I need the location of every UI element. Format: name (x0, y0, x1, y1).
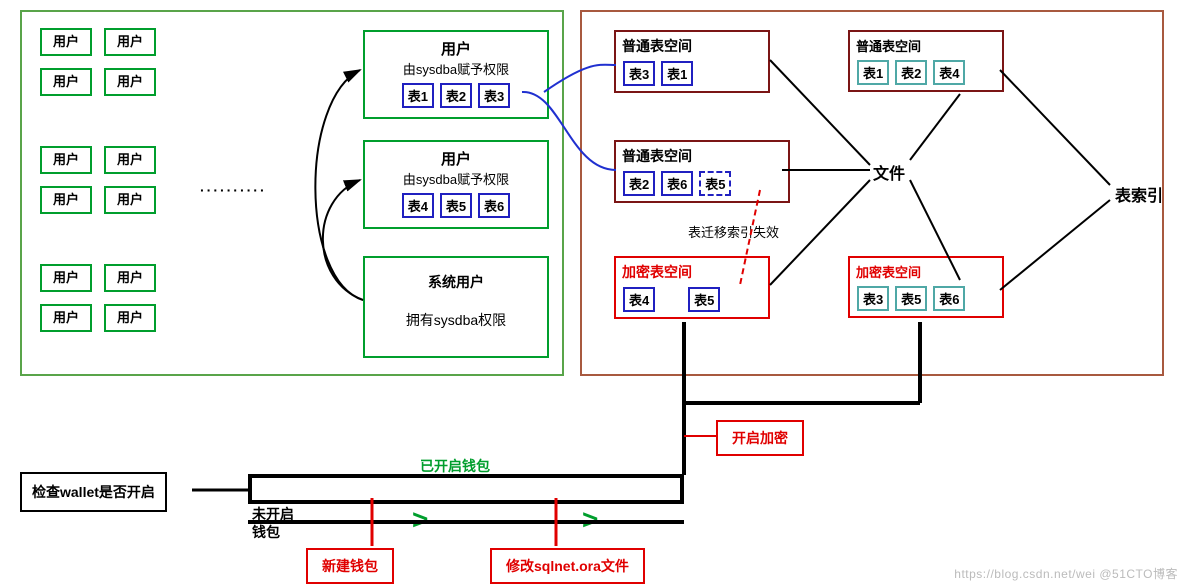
user-block-sub: 由sysdba赋予权限 (371, 169, 541, 188)
user-block-title: 用户 (371, 38, 541, 59)
ts-enc-title: 加密表空间 (856, 262, 996, 281)
modify-sqlnet-label: 修改sqlnet.ora文件 (506, 558, 629, 574)
migration-note: 表迁移索引失效 (688, 222, 779, 241)
table-cell: 表5 (688, 287, 720, 312)
chevron-icon: > (412, 504, 428, 536)
user-cell: 用户 (104, 186, 156, 214)
tablespace-encrypted-1: 加密表空间 表4 表5 (614, 256, 770, 319)
chevron-icon: > (582, 504, 598, 536)
user-cell: 用户 (104, 304, 156, 332)
table-cell: 表4 (402, 193, 434, 218)
user-cell: 用户 (40, 146, 92, 174)
ts-enc-title: 加密表空间 (622, 262, 762, 282)
tablespace-normal-1: 普通表空间 表3 表1 (614, 30, 770, 93)
user-cell: 用户 (40, 186, 92, 214)
user-block-1: 用户 由sysdba赋予权限 表1 表2 表3 (363, 30, 549, 119)
dots: ·········· (200, 182, 267, 198)
table-cell: 表6 (478, 193, 510, 218)
user-cell: 用户 (40, 304, 92, 332)
ts-title: 普通表空间 (622, 36, 762, 56)
tablespace-normal-3: 普通表空间 表1 表2 表4 (848, 30, 1004, 92)
wallet-word-label: 钱包 (252, 522, 280, 542)
table-cell: 表5 (440, 193, 472, 218)
new-wallet-box: 新建钱包 (306, 548, 394, 584)
user-cell: 用户 (104, 68, 156, 96)
table-cell: 表2 (623, 171, 655, 196)
table-cell: 表5 (895, 286, 927, 311)
table-cell: 表6 (661, 171, 693, 196)
opened-wallet-label: 已开启钱包 (420, 456, 490, 476)
not-opened-label: 未开启 (252, 504, 294, 524)
file-label: 文件 (873, 160, 905, 184)
user-cell: 用户 (40, 264, 92, 292)
check-wallet-label: 检查wallet是否开启 (32, 484, 155, 500)
table-cell: 表1 (857, 60, 889, 85)
user-block-title: 用户 (371, 148, 541, 169)
table-index-label: 表索引 (1115, 182, 1163, 206)
user-cell: 用户 (104, 28, 156, 56)
sys-line1: 系统用户 (371, 272, 541, 292)
sys-line2: 拥有sysdba权限 (371, 310, 541, 330)
user-cell: 用户 (40, 28, 92, 56)
user-block-sub: 由sysdba赋予权限 (371, 59, 541, 78)
modify-sqlnet-box: 修改sqlnet.ora文件 (490, 548, 645, 584)
tablespace-encrypted-2: 加密表空间 表3 表5 表6 (848, 256, 1004, 318)
ts-title: 普通表空间 (622, 146, 782, 166)
table-cell: 表1 (661, 61, 693, 86)
table-cell: 表3 (478, 83, 510, 108)
table-cell: 表3 (857, 286, 889, 311)
watermark: https://blog.csdn.net/wei @51CTO博客 (954, 565, 1178, 582)
table-cell: 表4 (623, 287, 655, 312)
check-wallet-box: 检查wallet是否开启 (20, 472, 167, 512)
new-wallet-label: 新建钱包 (322, 558, 378, 574)
table-cell: 表2 (895, 60, 927, 85)
table-cell-dashed: 表5 (699, 171, 731, 196)
table-cell: 表3 (623, 61, 655, 86)
user-cell: 用户 (104, 264, 156, 292)
table-cell: 表1 (402, 83, 434, 108)
ts-title: 普通表空间 (856, 36, 996, 55)
user-cell: 用户 (40, 68, 92, 96)
table-cell: 表2 (440, 83, 472, 108)
enable-encryption-box: 开启加密 (716, 420, 804, 456)
user-block-2: 用户 由sysdba赋予权限 表4 表5 表6 (363, 140, 549, 229)
user-cell: 用户 (104, 146, 156, 174)
table-cell: 表4 (933, 60, 965, 85)
tablespace-normal-2: 普通表空间 表2 表6 表5 (614, 140, 790, 203)
table-cell: 表6 (933, 286, 965, 311)
enable-encryption-label: 开启加密 (732, 430, 788, 446)
system-user-block: 系统用户 拥有sysdba权限 (363, 256, 549, 358)
